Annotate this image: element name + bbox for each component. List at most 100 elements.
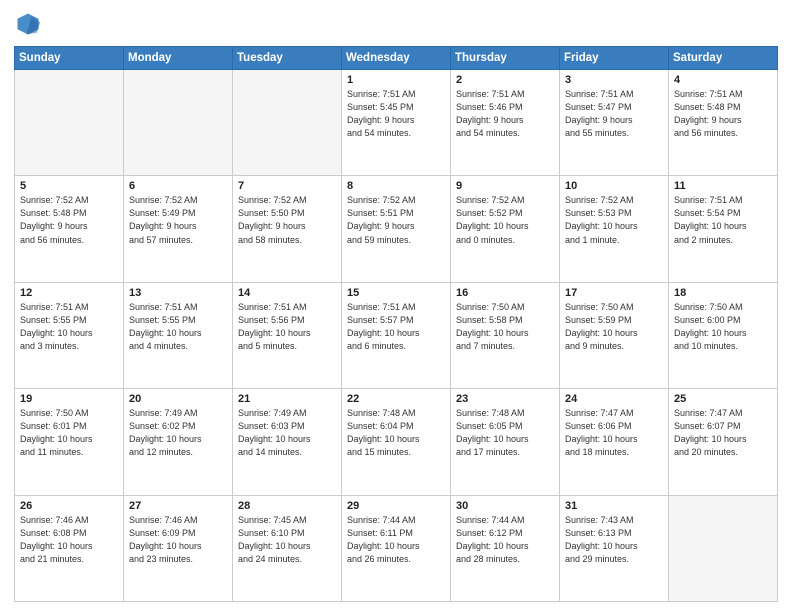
day-info: Sunrise: 7:50 AM Sunset: 5:58 PM Dayligh… xyxy=(456,301,554,353)
day-number: 6 xyxy=(129,180,227,192)
week-row-4: 26Sunrise: 7:46 AM Sunset: 6:08 PM Dayli… xyxy=(15,495,778,601)
day-info: Sunrise: 7:51 AM Sunset: 5:45 PM Dayligh… xyxy=(347,88,445,140)
day-cell: 24 Sunrise: 7:47 AM Sunset: 6:06 PM Dayli… xyxy=(560,389,669,495)
day-info: Sunrise: 7:51 AM Sunset: 5:46 PM Dayligh… xyxy=(456,88,554,140)
day-number: 3 xyxy=(565,74,663,86)
weekday-header-row: SundayMondayTuesdayWednesdayThursdayFrid… xyxy=(15,47,778,70)
day-info: Sunrise: 7:43 AM Sunset: 6:13 PM Dayligh… xyxy=(565,514,663,566)
day-number: 11 xyxy=(674,180,772,192)
day-cell: 18 Sunrise: 7:50 AM Sunset: 6:00 PM Dayli… xyxy=(669,282,778,388)
day-number: 17 xyxy=(565,287,663,299)
day-number: 10 xyxy=(565,180,663,192)
day-cell: 5 Sunrise: 7:52 AM Sunset: 5:48 PM Daylig… xyxy=(15,176,124,282)
day-number: 28 xyxy=(238,500,336,512)
day-cell: 12Sunrise: 7:51 AM Sunset: 5:55 PM Dayli… xyxy=(15,282,124,388)
day-cell: 14 Sunrise: 7:51 AM Sunset: 5:56 PM Dayli… xyxy=(233,282,342,388)
week-row-1: 5 Sunrise: 7:52 AM Sunset: 5:48 PM Daylig… xyxy=(15,176,778,282)
day-cell: 26Sunrise: 7:46 AM Sunset: 6:08 PM Dayli… xyxy=(15,495,124,601)
logo xyxy=(14,10,46,38)
day-cell xyxy=(124,70,233,176)
day-number: 5 xyxy=(20,180,118,192)
day-info: Sunrise: 7:51 AM Sunset: 5:55 PM Dayligh… xyxy=(20,301,118,353)
day-number: 25 xyxy=(674,393,772,405)
day-number: 16 xyxy=(456,287,554,299)
day-info: Sunrise: 7:44 AM Sunset: 6:11 PM Dayligh… xyxy=(347,514,445,566)
day-info: Sunrise: 7:48 AM Sunset: 6:05 PM Dayligh… xyxy=(456,407,554,459)
day-cell: 7 Sunrise: 7:52 AM Sunset: 5:50 PM Daylig… xyxy=(233,176,342,282)
day-info: Sunrise: 7:52 AM Sunset: 5:50 PM Dayligh… xyxy=(238,194,336,246)
day-number: 4 xyxy=(674,74,772,86)
day-number: 27 xyxy=(129,500,227,512)
day-number: 30 xyxy=(456,500,554,512)
weekday-thursday: Thursday xyxy=(451,47,560,70)
day-cell: 31 Sunrise: 7:43 AM Sunset: 6:13 PM Dayli… xyxy=(560,495,669,601)
day-info: Sunrise: 7:50 AM Sunset: 6:00 PM Dayligh… xyxy=(674,301,772,353)
day-number: 13 xyxy=(129,287,227,299)
day-cell: 23 Sunrise: 7:48 AM Sunset: 6:05 PM Dayli… xyxy=(451,389,560,495)
day-info: Sunrise: 7:50 AM Sunset: 6:01 PM Dayligh… xyxy=(20,407,118,459)
day-cell: 13 Sunrise: 7:51 AM Sunset: 5:55 PM Dayli… xyxy=(124,282,233,388)
week-row-2: 12Sunrise: 7:51 AM Sunset: 5:55 PM Dayli… xyxy=(15,282,778,388)
weekday-saturday: Saturday xyxy=(669,47,778,70)
day-info: Sunrise: 7:52 AM Sunset: 5:52 PM Dayligh… xyxy=(456,194,554,246)
day-cell: 16 Sunrise: 7:50 AM Sunset: 5:58 PM Dayli… xyxy=(451,282,560,388)
day-number: 23 xyxy=(456,393,554,405)
day-info: Sunrise: 7:51 AM Sunset: 5:56 PM Dayligh… xyxy=(238,301,336,353)
day-cell: 19 Sunrise: 7:50 AM Sunset: 6:01 PM Dayli… xyxy=(15,389,124,495)
day-info: Sunrise: 7:51 AM Sunset: 5:47 PM Dayligh… xyxy=(565,88,663,140)
day-number: 7 xyxy=(238,180,336,192)
weekday-tuesday: Tuesday xyxy=(233,47,342,70)
day-number: 1 xyxy=(347,74,445,86)
day-cell: 1 Sunrise: 7:51 AM Sunset: 5:45 PM Daylig… xyxy=(342,70,451,176)
day-cell: 10 Sunrise: 7:52 AM Sunset: 5:53 PM Dayli… xyxy=(560,176,669,282)
day-number: 2 xyxy=(456,74,554,86)
page: SundayMondayTuesdayWednesdayThursdayFrid… xyxy=(0,0,792,612)
day-info: Sunrise: 7:51 AM Sunset: 5:54 PM Dayligh… xyxy=(674,194,772,246)
day-number: 22 xyxy=(347,393,445,405)
day-cell: 20 Sunrise: 7:49 AM Sunset: 6:02 PM Dayli… xyxy=(124,389,233,495)
day-cell: 8Sunrise: 7:52 AM Sunset: 5:51 PM Daylig… xyxy=(342,176,451,282)
day-info: Sunrise: 7:46 AM Sunset: 6:08 PM Dayligh… xyxy=(20,514,118,566)
day-cell: 6Sunrise: 7:52 AM Sunset: 5:49 PM Daylig… xyxy=(124,176,233,282)
day-info: Sunrise: 7:51 AM Sunset: 5:55 PM Dayligh… xyxy=(129,301,227,353)
day-cell: 21Sunrise: 7:49 AM Sunset: 6:03 PM Dayli… xyxy=(233,389,342,495)
day-number: 20 xyxy=(129,393,227,405)
day-cell: 2 Sunrise: 7:51 AM Sunset: 5:46 PM Daylig… xyxy=(451,70,560,176)
day-cell xyxy=(233,70,342,176)
day-number: 14 xyxy=(238,287,336,299)
day-info: Sunrise: 7:50 AM Sunset: 5:59 PM Dayligh… xyxy=(565,301,663,353)
day-info: Sunrise: 7:52 AM Sunset: 5:48 PM Dayligh… xyxy=(20,194,118,246)
logo-icon xyxy=(14,10,42,38)
day-number: 29 xyxy=(347,500,445,512)
day-info: Sunrise: 7:46 AM Sunset: 6:09 PM Dayligh… xyxy=(129,514,227,566)
weekday-friday: Friday xyxy=(560,47,669,70)
day-cell: 28Sunrise: 7:45 AM Sunset: 6:10 PM Dayli… xyxy=(233,495,342,601)
day-number: 8 xyxy=(347,180,445,192)
day-cell: 4 Sunrise: 7:51 AM Sunset: 5:48 PM Daylig… xyxy=(669,70,778,176)
weekday-monday: Monday xyxy=(124,47,233,70)
day-info: Sunrise: 7:49 AM Sunset: 6:02 PM Dayligh… xyxy=(129,407,227,459)
weekday-wednesday: Wednesday xyxy=(342,47,451,70)
day-cell: 27 Sunrise: 7:46 AM Sunset: 6:09 PM Dayli… xyxy=(124,495,233,601)
day-info: Sunrise: 7:44 AM Sunset: 6:12 PM Dayligh… xyxy=(456,514,554,566)
day-cell xyxy=(15,70,124,176)
day-number: 24 xyxy=(565,393,663,405)
day-cell: 3 Sunrise: 7:51 AM Sunset: 5:47 PM Daylig… xyxy=(560,70,669,176)
day-cell: 29 Sunrise: 7:44 AM Sunset: 6:11 PM Dayli… xyxy=(342,495,451,601)
day-cell: 15Sunrise: 7:51 AM Sunset: 5:57 PM Dayli… xyxy=(342,282,451,388)
day-info: Sunrise: 7:47 AM Sunset: 6:06 PM Dayligh… xyxy=(565,407,663,459)
day-number: 19 xyxy=(20,393,118,405)
header xyxy=(14,10,778,38)
day-number: 18 xyxy=(674,287,772,299)
week-row-0: 1 Sunrise: 7:51 AM Sunset: 5:45 PM Daylig… xyxy=(15,70,778,176)
day-number: 21 xyxy=(238,393,336,405)
day-cell: 11 Sunrise: 7:51 AM Sunset: 5:54 PM Dayli… xyxy=(669,176,778,282)
day-info: Sunrise: 7:47 AM Sunset: 6:07 PM Dayligh… xyxy=(674,407,772,459)
day-cell: 17 Sunrise: 7:50 AM Sunset: 5:59 PM Dayli… xyxy=(560,282,669,388)
day-info: Sunrise: 7:52 AM Sunset: 5:53 PM Dayligh… xyxy=(565,194,663,246)
day-number: 9 xyxy=(456,180,554,192)
day-info: Sunrise: 7:51 AM Sunset: 5:48 PM Dayligh… xyxy=(674,88,772,140)
day-number: 31 xyxy=(565,500,663,512)
day-cell: 9 Sunrise: 7:52 AM Sunset: 5:52 PM Daylig… xyxy=(451,176,560,282)
day-cell: 25 Sunrise: 7:47 AM Sunset: 6:07 PM Dayli… xyxy=(669,389,778,495)
